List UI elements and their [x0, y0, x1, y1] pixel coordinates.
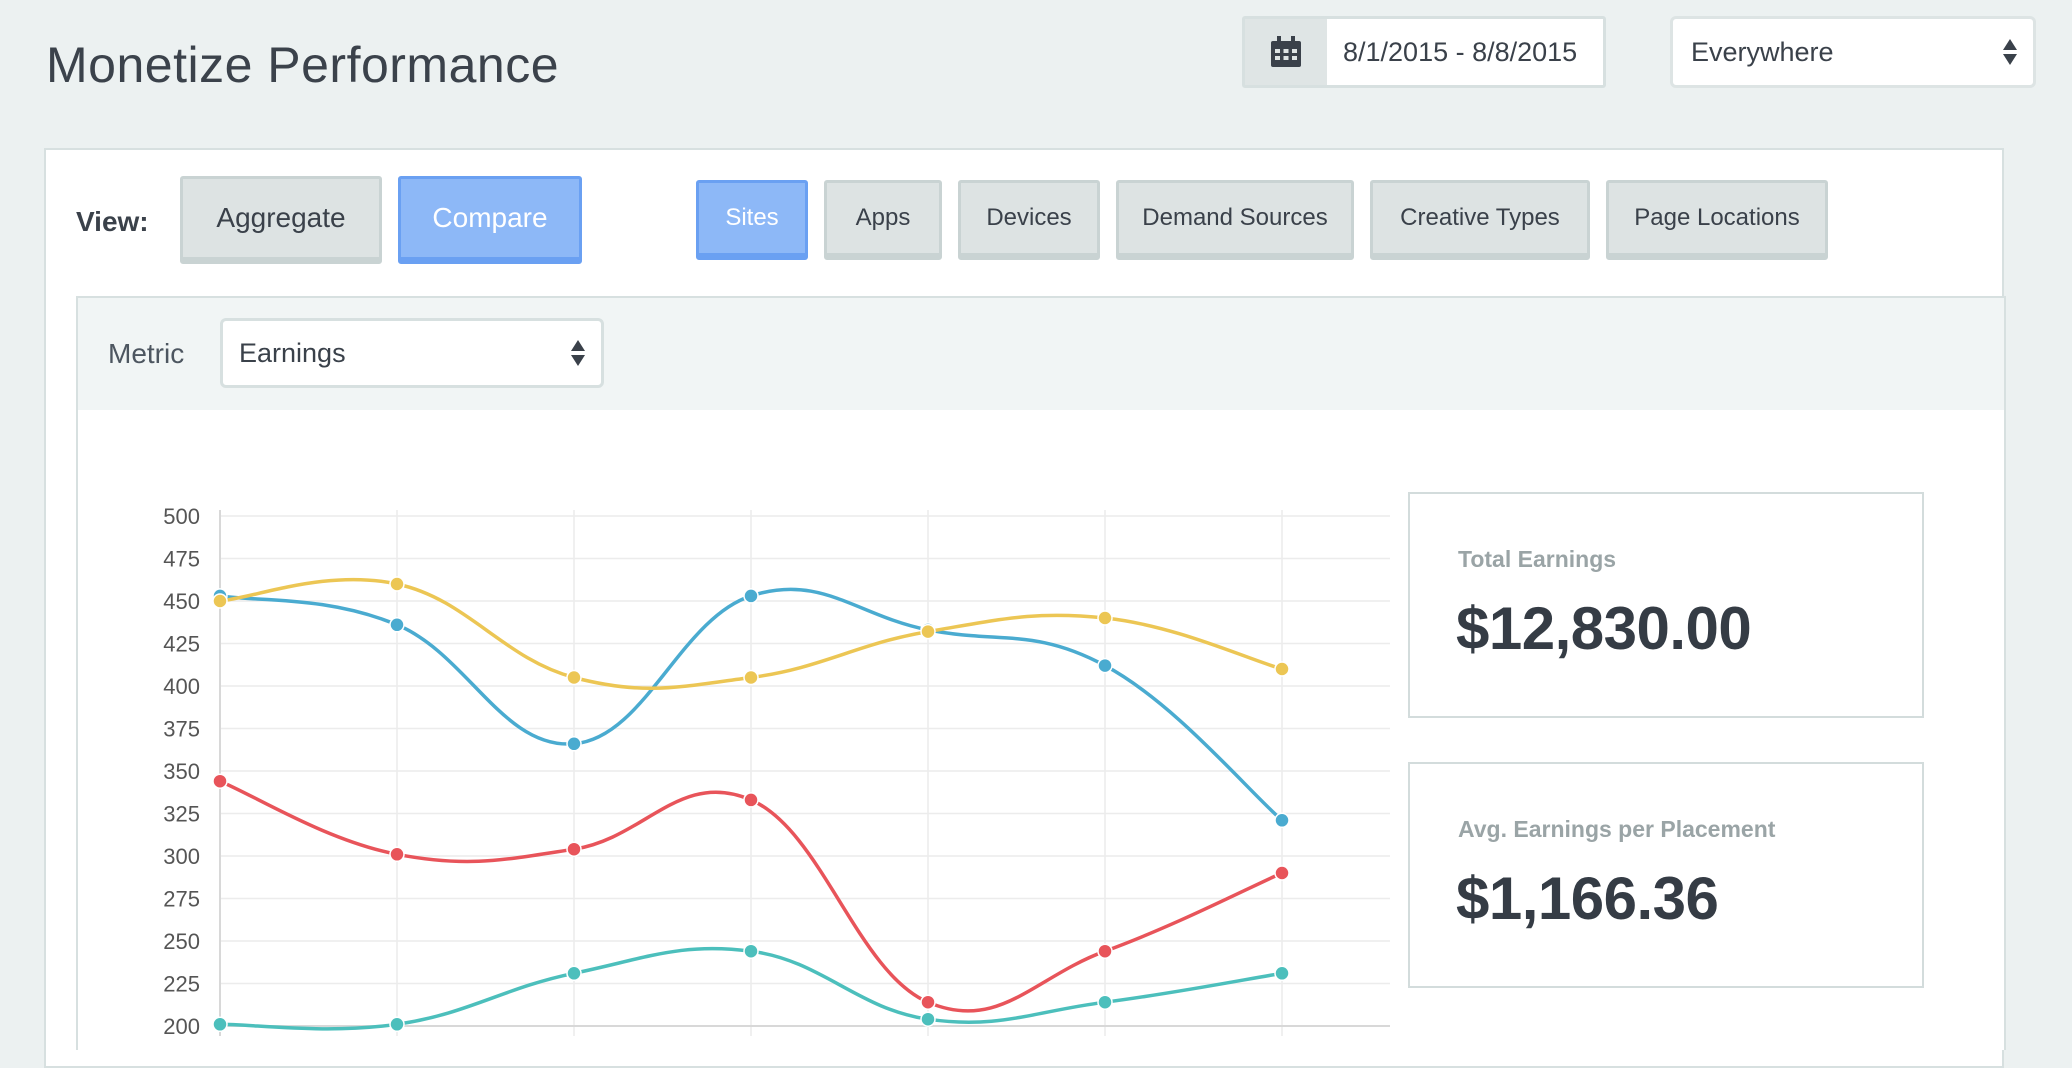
location-select-value: Everywhere — [1691, 36, 1834, 67]
series-3-point — [212, 1016, 228, 1033]
series-2-point — [389, 846, 405, 863]
aggregate-button[interactable]: Aggregate — [180, 176, 382, 264]
series-3-point — [743, 943, 759, 959]
series-1-point — [212, 593, 228, 609]
series-1-point — [1274, 661, 1290, 677]
series-1-point — [743, 669, 759, 686]
series-3-point — [1097, 994, 1113, 1010]
series-0-point — [743, 588, 759, 604]
metric-label: Metric — [108, 338, 185, 369]
y-tick-label: 350 — [163, 759, 200, 784]
tab-demand-sources[interactable]: Demand Sources — [1116, 180, 1354, 260]
date-range-picker[interactable] — [1242, 16, 1606, 88]
series-3-point — [566, 965, 582, 982]
series-1-point — [1097, 610, 1113, 626]
series-2-point — [1274, 865, 1290, 881]
y-tick-label: 400 — [163, 674, 200, 699]
y-tick-label: 275 — [163, 887, 200, 912]
tab-apps[interactable]: Apps — [824, 180, 942, 260]
calendar-icon[interactable] — [1245, 19, 1327, 85]
tab-creative-types[interactable]: Creative Types — [1370, 180, 1590, 260]
select-arrows-icon — [2003, 39, 2017, 65]
series-2-point — [1097, 943, 1113, 959]
location-select[interactable]: Everywhere — [1670, 16, 2036, 88]
date-range-input[interactable] — [1327, 19, 1603, 85]
metric-select-value: Earnings — [239, 337, 346, 368]
y-tick-label: 375 — [163, 717, 200, 742]
series-2-point — [212, 773, 228, 789]
series-3-point — [920, 1011, 936, 1027]
series-2-point — [566, 841, 582, 857]
metric-select[interactable]: Earnings — [220, 318, 604, 388]
y-tick-label: 450 — [163, 589, 200, 614]
tab-page-locations[interactable]: Page Locations — [1606, 180, 1828, 260]
page-title: Monetize Performance — [46, 37, 560, 93]
tab-devices[interactable]: Devices — [958, 180, 1100, 260]
total-earnings-value: $12,830.00 — [1456, 595, 1752, 662]
y-tick-label: 300 — [163, 844, 200, 869]
series-3-point — [1274, 965, 1290, 982]
y-tick-label: 325 — [163, 802, 200, 827]
avg-earnings-value: $1,166.36 — [1456, 865, 1719, 932]
y-tick-label: 250 — [163, 929, 200, 954]
series-2-point — [920, 994, 936, 1010]
avg-earnings-card: Avg. Earnings per Placement $1,166.36 — [1408, 762, 1924, 988]
series-1-point — [389, 576, 405, 592]
series-0-point — [566, 736, 582, 752]
series-3-point — [389, 1016, 405, 1033]
total-earnings-card: Total Earnings $12,830.00 — [1408, 492, 1924, 718]
series-0-point — [1274, 812, 1290, 829]
y-tick-label: 475 — [163, 547, 200, 572]
avg-earnings-label: Avg. Earnings per Placement — [1458, 816, 1776, 842]
metric-bar: Metric Earnings — [76, 296, 2006, 412]
series-1-point — [566, 669, 582, 686]
total-earnings-label: Total Earnings — [1458, 546, 1617, 572]
series-0-point — [389, 617, 405, 633]
y-tick-label: 225 — [163, 972, 200, 997]
compare-button[interactable]: Compare — [398, 176, 582, 264]
series-2-point — [743, 792, 759, 808]
view-label: View: — [76, 206, 149, 237]
tab-sites[interactable]: Sites — [696, 180, 808, 260]
select-arrows-icon — [571, 340, 585, 366]
y-tick-label: 200 — [163, 1014, 200, 1039]
y-tick-label: 500 — [163, 504, 200, 529]
series-1-point — [920, 623, 936, 640]
series-0-point — [1097, 657, 1113, 674]
y-tick-label: 425 — [163, 632, 200, 657]
